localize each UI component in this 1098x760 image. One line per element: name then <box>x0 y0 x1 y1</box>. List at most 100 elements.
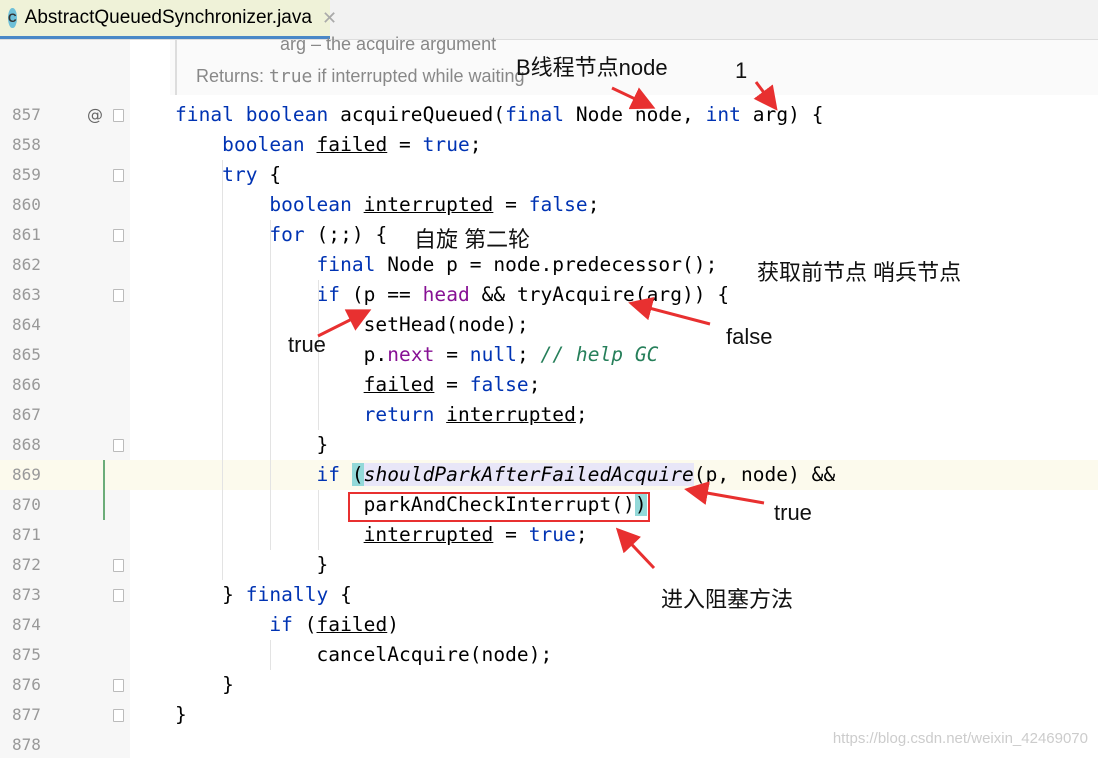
code-token: acquireQueued( <box>340 103 506 126</box>
code-text: } <box>175 673 234 696</box>
code-line[interactable]: 857 final boolean acquireQueued(final Nod… <box>0 100 1098 130</box>
line-number: 866 <box>12 375 41 394</box>
fold-marker-icon[interactable] <box>113 169 124 182</box>
code-line[interactable]: 865 p.next = null; // help GC <box>0 340 1098 370</box>
line-number: 862 <box>12 255 41 274</box>
code-line[interactable]: 874 if (failed) <box>0 610 1098 640</box>
fold-marker-icon[interactable] <box>113 679 124 692</box>
code-line[interactable]: 872 } <box>0 550 1098 580</box>
code-token: cancelAcquire(node); <box>175 643 553 666</box>
fold-marker-icon[interactable] <box>113 559 124 572</box>
code-token: = <box>434 373 470 396</box>
fold-marker-icon[interactable] <box>113 439 124 452</box>
code-line[interactable]: 864 setHead(node); <box>0 310 1098 340</box>
code-line[interactable]: 875 cancelAcquire(node); <box>0 640 1098 670</box>
vcs-change-marker <box>103 460 105 520</box>
code-token: for <box>269 223 317 246</box>
code-text: } <box>175 433 328 456</box>
line-number: 857 <box>12 105 41 124</box>
code-line[interactable]: 860 boolean interrupted = false; <box>0 190 1098 220</box>
code-token: } <box>175 553 329 576</box>
line-number: 860 <box>12 195 41 214</box>
code-token: ( <box>304 613 317 636</box>
code-line[interactable]: 876 } <box>0 670 1098 700</box>
code-token: ; <box>575 403 588 426</box>
code-token: } <box>175 583 246 606</box>
annotation-false: false <box>726 324 773 349</box>
code-token: ; <box>587 193 600 216</box>
code-line[interactable]: 866 failed = false; <box>0 370 1098 400</box>
line-number: 864 <box>12 315 41 334</box>
code-token: ) <box>387 613 400 636</box>
code-token: failed <box>363 373 435 396</box>
editor-tab-bar: C AbstractQueuedSynchronizer.java ✕ <box>0 0 1098 40</box>
line-number: 867 <box>12 405 41 424</box>
code-line[interactable]: 861 for (;;) { <box>0 220 1098 250</box>
code-token: int <box>705 103 753 126</box>
code-token: if <box>316 463 352 486</box>
code-token: } <box>175 703 187 726</box>
code-token: try <box>222 163 270 186</box>
code-text: interrupted = true; <box>175 523 588 546</box>
code-line[interactable]: 859 try { <box>0 160 1098 190</box>
code-token: null <box>469 343 517 366</box>
line-number: 876 <box>12 675 41 694</box>
code-token: = <box>387 133 423 156</box>
code-token: head <box>422 283 470 306</box>
code-token: { <box>269 163 282 186</box>
line-number: 868 <box>12 435 41 454</box>
code-token: setHead(node); <box>175 313 529 336</box>
line-number: 869 <box>12 465 41 484</box>
code-text: if (p == head && tryAcquire(arg)) { <box>175 283 729 306</box>
close-icon[interactable]: ✕ <box>322 8 337 29</box>
code-token: return <box>363 403 447 426</box>
code-token: ( <box>351 463 364 486</box>
line-number: 878 <box>12 735 41 754</box>
code-text: boolean failed = true; <box>175 133 482 156</box>
code-line[interactable]: 877} <box>0 700 1098 730</box>
code-line[interactable]: 868 } <box>0 430 1098 460</box>
code-line[interactable]: 871 interrupted = true; <box>0 520 1098 550</box>
code-token: (;;) { <box>316 223 388 246</box>
code-token: p. <box>175 343 388 366</box>
code-token: false <box>528 193 588 216</box>
annotation-one: 1 <box>735 58 748 83</box>
code-line[interactable]: 873 } finally { <box>0 580 1098 610</box>
code-token: && tryAcquire(arg)) { <box>469 283 730 306</box>
code-text: cancelAcquire(node); <box>175 643 552 666</box>
doc-returns: Returns: true if interrupted while waiti… <box>196 66 525 87</box>
annotation-block: 进入阻塞方法 <box>661 587 794 612</box>
code-line[interactable]: 869 if (shouldParkAfterFailedAcquire(p, … <box>0 460 1098 490</box>
fold-marker-icon[interactable] <box>113 709 124 722</box>
line-number: 863 <box>12 285 41 304</box>
code-token: if <box>269 613 305 636</box>
code-text: try { <box>175 163 281 186</box>
fold-marker-icon[interactable] <box>113 289 124 302</box>
code-text: } finally { <box>175 583 352 606</box>
code-token: ; <box>575 523 588 546</box>
fold-marker-icon[interactable] <box>113 589 124 602</box>
code-token: = <box>493 193 529 216</box>
code-text: if (failed) <box>175 613 399 636</box>
code-line[interactable]: 867 return interrupted; <box>0 400 1098 430</box>
code-token: false <box>469 373 529 396</box>
line-number: 875 <box>12 645 41 664</box>
override-marker-icon[interactable]: @ <box>87 105 103 124</box>
line-number: 877 <box>12 705 41 724</box>
code-token: failed <box>316 133 388 156</box>
code-token: final boolean <box>175 103 341 126</box>
code-line[interactable]: 858 boolean failed = true; <box>0 130 1098 160</box>
code-text: } <box>175 703 187 726</box>
code-token: = <box>434 343 470 366</box>
code-token: ; <box>528 373 541 396</box>
fold-marker-icon[interactable] <box>113 109 124 122</box>
fold-marker-icon[interactable] <box>113 229 124 242</box>
line-number: 861 <box>12 225 41 244</box>
code-token: } <box>175 673 234 696</box>
